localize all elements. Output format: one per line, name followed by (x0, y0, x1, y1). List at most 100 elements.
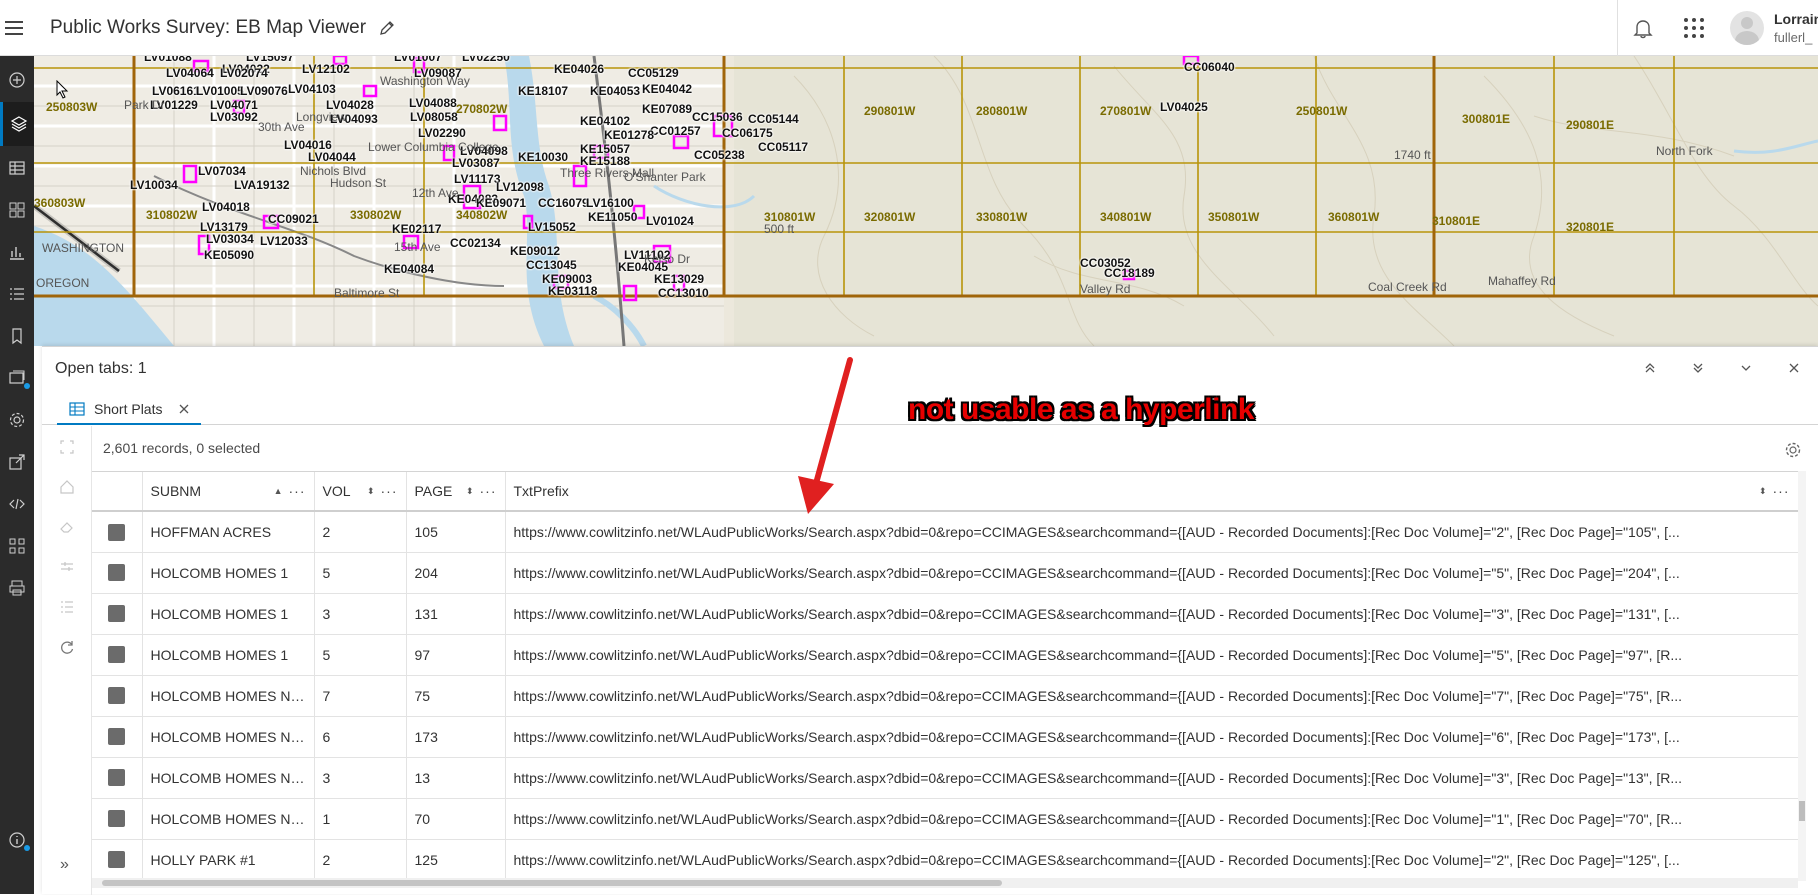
table-header-row: SUBNM ▲ ··· VOL ⬍ ··· PAGE ⬍ ··· TxtPrefix ⬍ ··· (92, 472, 1798, 512)
maximize-icon[interactable] (1626, 347, 1674, 389)
sort-icon[interactable]: ⬍ (466, 486, 474, 497)
apps-icon[interactable] (0, 526, 34, 566)
row-select-checkbox[interactable] (92, 593, 143, 635)
row-select-checkbox[interactable] (92, 798, 143, 840)
table-row[interactable]: HOLCOMB HOMES NO. 1 6 173 https://www.cowli… (92, 716, 1798, 758)
parcel-label: LV02074 (220, 66, 268, 80)
list-icon[interactable] (58, 598, 76, 616)
parcel-label: CC05117 (758, 140, 809, 154)
column-menu-icon[interactable]: ··· (1773, 483, 1790, 499)
horizontal-scrollbar[interactable] (92, 878, 1798, 888)
street-label: 15th Ave (394, 240, 441, 254)
parcel-label: CC16079 (538, 196, 589, 210)
row-select-checkbox[interactable] (92, 634, 143, 676)
row-select-checkbox[interactable] (92, 675, 143, 717)
table-row[interactable]: HOLCOMB HOMES NO. 1 3 13 https://www.cowlit… (92, 757, 1798, 799)
row-select-checkbox[interactable] (92, 511, 143, 553)
tab-close-icon[interactable] (179, 404, 189, 414)
refresh-icon[interactable] (58, 638, 76, 656)
table-side-toolbar (42, 426, 92, 895)
section-grid-label: 360801W (1328, 210, 1380, 224)
vertical-scrollbar[interactable] (1798, 471, 1806, 881)
parcel-label: KE09012 (510, 244, 561, 258)
parcel-label: LV09076 (240, 84, 288, 98)
parcel-label: CC05238 (694, 148, 745, 162)
legend-icon[interactable] (0, 274, 34, 314)
zoom-to-selection-icon[interactable] (58, 438, 76, 456)
table-row[interactable]: HOLCOMB HOMES 1 5 204 https://www.cowlitzin… (92, 552, 1798, 594)
column-menu-icon[interactable]: ··· (480, 483, 497, 499)
user-menu[interactable]: Lorraine fullerl_ (1774, 11, 1818, 45)
table-row[interactable]: HOLCOMB HOMES 1 5 97 https://www.cowlitzinf… (92, 634, 1798, 676)
column-header-vol[interactable]: VOL ⬍ ··· (314, 472, 407, 512)
expand-toolbar-icon[interactable]: » (60, 856, 69, 874)
parcel-label: KE04084 (384, 262, 435, 276)
street-label: Longview (296, 110, 347, 124)
settings-icon[interactable] (0, 400, 34, 440)
user-name: Lorraine (1774, 11, 1818, 27)
table-row[interactable]: HOLCOMB HOMES 1 3 131 https://www.cowlitzin… (92, 593, 1798, 635)
chevron-down-icon[interactable] (1722, 347, 1770, 389)
column-header-page[interactable]: PAGE ⬍ ··· (406, 472, 506, 512)
print-icon[interactable] (0, 568, 34, 608)
sort-icon[interactable]: ⬍ (1759, 486, 1767, 497)
media-icon[interactable] (0, 358, 34, 398)
table-row[interactable]: HOFFMAN ACRES 2 105 https://www.cowlitzinfo… (92, 511, 1798, 553)
map-view[interactable]: LV01088 LV15097 LV04022 LV12102 LV01007 LV022… (34, 56, 1818, 346)
row-select-checkbox[interactable] (92, 757, 143, 799)
user-id: fullerl_ (1774, 30, 1813, 45)
cell-subnm: HOLCOMB HOMES NO. 1 (142, 757, 315, 799)
notifications-icon[interactable] (1632, 17, 1654, 39)
embed-icon[interactable] (0, 484, 34, 524)
section-grid-label: 320801E (1566, 220, 1615, 234)
basemap-icon[interactable] (0, 190, 34, 230)
chart-icon[interactable] (0, 232, 34, 272)
row-select-checkbox[interactable] (92, 839, 143, 881)
column-menu-icon[interactable]: ··· (381, 483, 398, 499)
tab-short-plats[interactable]: Short Plats (57, 395, 202, 425)
home-icon[interactable] (58, 478, 76, 496)
minimize-icon[interactable] (1674, 347, 1722, 389)
table-icon[interactable] (0, 148, 34, 188)
column-header-subnm[interactable]: SUBNM ▲ ··· (142, 472, 315, 512)
cursor-icon (56, 80, 69, 99)
section-grid-label: 310802W (146, 208, 198, 222)
sort-icon[interactable]: ⬍ (367, 486, 375, 497)
info-icon[interactable] (0, 820, 34, 860)
app-title: Public Works Survey: EB Map Viewer (50, 16, 367, 38)
add-icon[interactable] (0, 60, 34, 100)
street-label: Kelso Dr (644, 252, 691, 266)
table-row[interactable]: HOLCOMB HOMES NO. 2 1 70 https://www.cowlit… (92, 798, 1798, 840)
share-icon[interactable] (0, 442, 34, 482)
bookmark-icon[interactable] (0, 316, 34, 356)
close-icon[interactable] (1770, 347, 1818, 389)
cell-page: 131 (406, 593, 506, 635)
layers-icon[interactable] (0, 102, 34, 146)
records-summary: 2,601 records, 0 selected (103, 440, 261, 456)
avatar[interactable] (1730, 11, 1764, 45)
table-row[interactable]: HOLLY PARK #1 2 125 https://www.cowlitzinfo… (92, 839, 1798, 881)
table-row[interactable]: HOLCOMB HOMES NO. 1 7 75 https://www.cowlit… (92, 675, 1798, 717)
parcel-label: LV07034 (198, 164, 246, 178)
table-options-gear-icon[interactable] (1784, 441, 1802, 459)
column-menu-icon[interactable]: ··· (289, 483, 306, 499)
parcel-label: LV04103 (288, 82, 336, 96)
filter-icon[interactable] (58, 558, 76, 576)
app-launcher-icon[interactable] (1684, 18, 1704, 38)
sort-ascending-icon[interactable]: ▲ (274, 486, 283, 496)
street-label: 1740 ft (1394, 148, 1431, 162)
row-select-checkbox[interactable] (92, 552, 143, 594)
row-select-checkbox[interactable] (92, 716, 143, 758)
parcel-label: LV10034 (130, 178, 178, 192)
column-header-txtprefix[interactable]: TxtPrefix ⬍ ··· (505, 472, 1798, 512)
menu-icon[interactable] (0, 0, 28, 56)
section-grid-label: 300801E (1462, 112, 1511, 126)
edit-icon[interactable] (378, 19, 396, 37)
parcel-label: KE02117 (392, 222, 442, 236)
parcel-label: LV03034 (206, 232, 254, 246)
section-grid-label: 270801W (1100, 104, 1152, 118)
street-label: O'Shanter Park (624, 170, 706, 184)
parcel-label: LV04064 (166, 66, 214, 80)
erase-icon[interactable] (58, 518, 76, 536)
section-grid-label: 250801W (1296, 104, 1348, 118)
